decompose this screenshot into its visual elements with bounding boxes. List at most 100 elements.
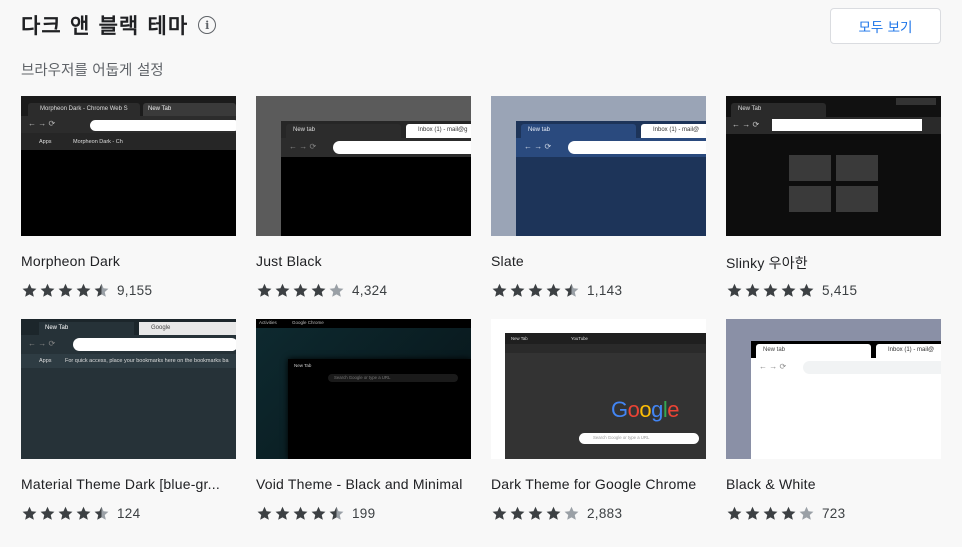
star-rating — [491, 505, 581, 522]
theme-thumbnail[interactable]: New Tab Google ← → ⟳ Apps For quick access, … — [21, 319, 236, 459]
bookmark-item: Apps — [39, 358, 52, 364]
star-full-icon — [763, 506, 778, 520]
star-full-icon — [745, 283, 760, 297]
star-half-icon — [564, 283, 579, 297]
theme-name[interactable]: Slate — [491, 253, 706, 271]
theme-name[interactable]: Material Theme Dark [blue-gr... — [21, 476, 236, 494]
nav-buttons-icon: ← → ⟳ — [732, 120, 760, 129]
address-bar — [90, 120, 236, 131]
star-rating — [491, 282, 581, 299]
star-empty-icon — [329, 283, 344, 297]
desktop-bar — [256, 319, 471, 328]
theme-name[interactable]: Void Theme - Black and Minimal — [256, 476, 471, 494]
theme-thumbnail[interactable]: Activities Google Chrome New Tab Search Goo… — [256, 319, 471, 459]
star-full-icon — [799, 283, 814, 297]
star-full-icon — [275, 506, 290, 520]
tile — [836, 186, 878, 212]
theme-card[interactable]: New tab Inbox (1) - mail@g ← → ⟳ Just Black… — [256, 96, 471, 299]
star-full-icon — [293, 506, 308, 520]
star-full-icon — [745, 506, 760, 520]
theme-card[interactable]: New tab Inbox (1) - mail@ ← → ⟳ Slate 1,143 — [491, 96, 706, 299]
tab-strip — [505, 333, 706, 344]
rating-count: 4,324 — [352, 282, 388, 298]
nav-buttons-icon: ← → ⟳ — [28, 339, 56, 348]
star-full-icon — [311, 506, 326, 520]
star-full-icon — [510, 506, 525, 520]
star-full-icon — [727, 506, 742, 520]
bookmark-item: For quick access, place your bookmarks h… — [65, 358, 229, 364]
info-icon[interactable]: i — [198, 16, 217, 34]
section-title: 다크 앤 블랙 테마 — [21, 14, 189, 38]
theme-name[interactable]: Just Black — [256, 253, 471, 271]
star-half-icon — [94, 283, 109, 297]
nav-buttons-icon: ← → ⟳ — [28, 119, 56, 128]
star-empty-icon — [564, 506, 579, 520]
theme-card[interactable]: Activities Google Chrome New Tab Search Goo… — [256, 319, 471, 522]
star-full-icon — [275, 283, 290, 297]
toolbar — [505, 344, 706, 353]
theme-name[interactable]: Slinky 우아한 — [726, 253, 941, 271]
theme-rating: 5,415 — [726, 281, 941, 299]
theme-name[interactable]: Black & White — [726, 476, 941, 494]
star-full-icon — [492, 283, 507, 297]
theme-card[interactable]: New Tab ← → ⟳ Slinky 우아한 5,415 — [726, 96, 941, 299]
star-full-icon — [76, 283, 91, 297]
theme-rating: 1,143 — [491, 281, 706, 299]
address-bar — [803, 361, 941, 374]
theme-rating: 199 — [256, 504, 471, 522]
theme-thumbnail[interactable]: Morpheon Dark - Chrome Web S New Tab ← → ⟳… — [21, 96, 236, 236]
browser-tab: New Tab — [731, 103, 826, 117]
browser-tab: New Tab — [143, 103, 236, 116]
browser-tab: Inbox (1) - mail@ — [641, 124, 706, 138]
browser-tab: New Tab — [294, 363, 312, 368]
rating-count: 723 — [822, 505, 846, 521]
theme-name[interactable]: Morpheon Dark — [21, 253, 236, 271]
theme-thumbnail[interactable]: New Tab YouTube Google Search Google or typ… — [491, 319, 706, 459]
theme-thumbnail[interactable]: New tab Inbox (1) - mail@ ← → ⟳ — [491, 96, 706, 236]
browser-tab: New tab — [521, 124, 636, 138]
star-full-icon — [22, 506, 37, 520]
section-subtitle: 브라우저를 어둡게 설정 — [21, 63, 164, 79]
star-full-icon — [58, 283, 73, 297]
star-rating — [256, 282, 346, 299]
star-full-icon — [781, 506, 796, 520]
theme-thumbnail[interactable]: New Tab ← → ⟳ — [726, 96, 941, 236]
star-full-icon — [546, 283, 561, 297]
view-all-button[interactable]: 모두 보기 — [830, 8, 941, 44]
theme-thumbnail[interactable]: New tab Inbox (1) - mail@ ← → ⟳ — [726, 319, 941, 459]
star-full-icon — [40, 506, 55, 520]
star-full-icon — [781, 283, 796, 297]
star-half-icon — [329, 506, 344, 520]
search-placeholder: Search Google or type a URL — [334, 375, 391, 380]
address-bar — [333, 141, 471, 154]
browser-tab: New Tab — [511, 336, 528, 341]
star-full-icon — [257, 283, 272, 297]
theme-thumbnail[interactable]: New tab Inbox (1) - mail@g ← → ⟳ — [256, 96, 471, 236]
theme-card[interactable]: Morpheon Dark - Chrome Web S New Tab ← → ⟳… — [21, 96, 236, 299]
window-controls — [896, 98, 936, 105]
page-body — [516, 157, 706, 236]
theme-rating: 723 — [726, 504, 941, 522]
theme-rating: 124 — [21, 504, 236, 522]
nav-buttons-icon: ← → ⟳ — [524, 142, 552, 151]
star-full-icon — [76, 506, 91, 520]
browser-tab: Inbox (1) - mail@g — [406, 124, 471, 138]
theme-name[interactable]: Dark Theme for Google Chrome — [491, 476, 706, 494]
nav-buttons-icon: ← → ⟳ — [289, 142, 317, 151]
rating-count: 5,415 — [822, 282, 858, 298]
star-full-icon — [763, 283, 778, 297]
rating-count: 199 — [352, 505, 376, 521]
browser-tab: New Tab — [39, 322, 134, 335]
theme-card[interactable]: New tab Inbox (1) - mail@ ← → ⟳ Black & Whi… — [726, 319, 941, 522]
star-full-icon — [311, 283, 326, 297]
tile — [789, 155, 831, 181]
address-bar — [568, 141, 706, 154]
star-full-icon — [528, 283, 543, 297]
search-placeholder: Search Google or type a URL — [593, 435, 650, 440]
theme-card[interactable]: New Tab Google ← → ⟳ Apps For quick access, … — [21, 319, 236, 522]
bookmark-item: Apps — [39, 139, 52, 145]
theme-card[interactable]: New Tab YouTube Google Search Google or typ… — [491, 319, 706, 522]
star-full-icon — [492, 506, 507, 520]
star-full-icon — [546, 506, 561, 520]
tile — [836, 155, 878, 181]
